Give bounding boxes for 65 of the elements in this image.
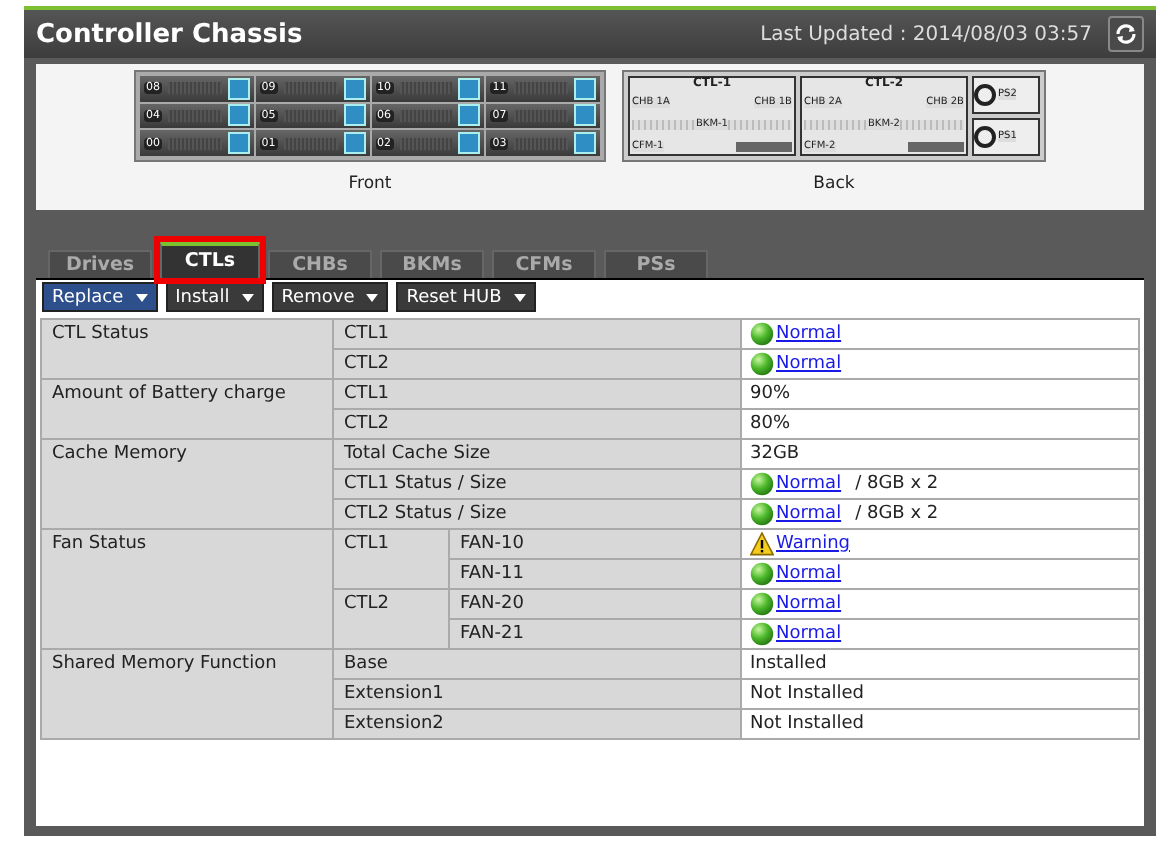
item-cell: Total Cache Size xyxy=(333,439,741,469)
status-ok-icon xyxy=(750,322,774,346)
value-text: Installed xyxy=(750,652,827,678)
refresh-icon xyxy=(1114,22,1138,46)
caret-icon xyxy=(366,293,379,301)
size-text: / 8GB x 2 xyxy=(855,502,939,528)
tab[interactable]: BKMs xyxy=(380,250,484,278)
front-caption: Front xyxy=(348,174,392,194)
dropdown-button[interactable]: Reset HUB xyxy=(396,282,536,312)
category-cell: CTL Status xyxy=(41,319,333,379)
value-text: 32GB xyxy=(750,442,800,468)
last-updated-text: Last Updated : 2014/08/03 03:57 xyxy=(760,23,1092,45)
caret-icon xyxy=(241,293,254,301)
dropdown-button[interactable]: Install xyxy=(165,282,264,312)
status-link[interactable]: Warning xyxy=(776,530,851,558)
status-ok-icon xyxy=(750,562,774,586)
back-caption: Back xyxy=(813,174,855,194)
item-cell: FAN-11 xyxy=(449,559,741,589)
item-cell: CTL1 xyxy=(333,529,449,589)
item-cell: Base xyxy=(333,649,741,679)
dropdown-button[interactable]: Remove xyxy=(271,282,389,312)
status-link[interactable]: Normal xyxy=(776,590,842,618)
status-link[interactable]: Normal xyxy=(776,350,842,378)
value-text: 80% xyxy=(750,412,791,438)
dropdown-button[interactable]: Replace xyxy=(42,282,158,312)
item-cell: CTL1 xyxy=(333,379,741,409)
tab[interactable]: PSs xyxy=(604,250,708,278)
tab[interactable]: Drives xyxy=(48,250,152,278)
warning-icon xyxy=(750,532,774,556)
tab[interactable]: CTLs xyxy=(160,242,260,278)
item-cell: CTL1 xyxy=(333,319,741,349)
tab[interactable]: CFMs xyxy=(492,250,596,278)
value-text: 90% xyxy=(750,382,791,408)
status-link[interactable]: Normal xyxy=(776,320,842,348)
item-cell: CTL2 xyxy=(333,589,449,649)
size-text: / 8GB x 2 xyxy=(855,472,939,498)
status-ok-icon xyxy=(750,472,774,496)
category-cell: Cache Memory xyxy=(41,439,333,529)
item-cell: CTL2 xyxy=(333,349,741,379)
status-link[interactable]: Normal xyxy=(776,620,842,648)
value-text: Not Installed xyxy=(750,682,864,708)
caret-icon xyxy=(135,293,148,301)
item-cell: FAN-20 xyxy=(449,589,741,619)
status-link[interactable]: Normal xyxy=(776,560,842,588)
caret-icon xyxy=(513,293,526,301)
item-cell: CTL2 Status / Size xyxy=(333,499,741,529)
status-ok-icon xyxy=(750,622,774,646)
tab[interactable]: CHBs xyxy=(268,250,372,278)
category-cell: Fan Status xyxy=(41,529,333,649)
status-ok-icon xyxy=(750,352,774,376)
item-cell: FAN-21 xyxy=(449,619,741,649)
window-title: Controller Chassis xyxy=(36,19,305,49)
status-ok-icon xyxy=(750,592,774,616)
item-cell: FAN-10 xyxy=(449,529,741,559)
item-cell: CTL1 Status / Size xyxy=(333,469,741,499)
item-cell: Extension1 xyxy=(333,679,741,709)
value-text: Not Installed xyxy=(750,712,864,738)
status-ok-icon xyxy=(750,502,774,526)
item-cell: CTL2 xyxy=(333,409,741,439)
item-cell: Extension2 xyxy=(333,709,741,739)
status-link[interactable]: Normal xyxy=(776,500,842,528)
category-cell: Shared Memory Function xyxy=(41,649,333,739)
status-link[interactable]: Normal xyxy=(776,470,842,498)
refresh-button[interactable] xyxy=(1108,16,1144,52)
category-cell: Amount of Battery charge xyxy=(41,379,333,439)
